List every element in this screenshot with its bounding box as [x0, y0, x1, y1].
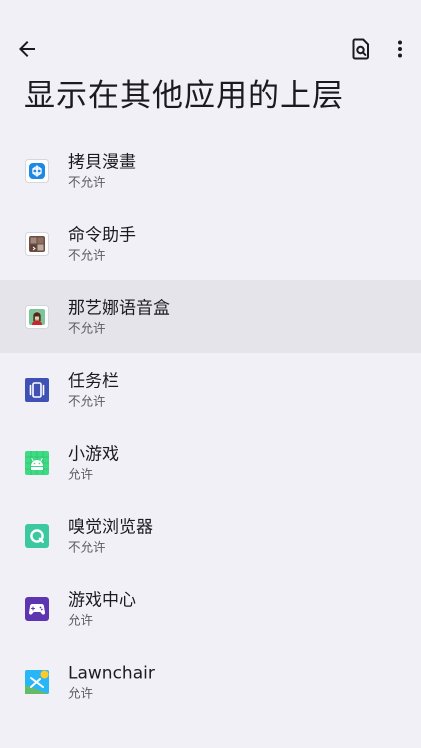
- app-text: Lawnchair 允许: [68, 662, 155, 701]
- app-row-game-center[interactable]: 游戏中心 允许: [0, 572, 421, 645]
- lawnchair-app-icon: [25, 669, 49, 694]
- app-row-xiu-browser[interactable]: 嗅觉浏览器 不允许: [0, 499, 421, 572]
- more-options-button[interactable]: [380, 29, 420, 69]
- app-row-mini-game[interactable]: 小游戏 允许: [0, 426, 421, 499]
- app-name: 嗅觉浏览器: [68, 517, 153, 537]
- back-button[interactable]: [7, 29, 47, 69]
- android-app-icon: [25, 450, 49, 475]
- app-text: 小游戏 允许: [68, 443, 119, 482]
- app-permission-status: 不允许: [68, 247, 106, 262]
- search-button[interactable]: [341, 29, 381, 69]
- xiu-browser-app-icon: [25, 523, 49, 548]
- app-text: 命令助手 不允许: [68, 224, 136, 263]
- app-name: 那艺娜语音盒: [68, 298, 170, 318]
- app-name: 拷貝漫畫: [68, 152, 136, 172]
- voicebox-app-icon: [25, 304, 49, 329]
- app-text: 嗅觉浏览器 不允许: [68, 516, 153, 555]
- app-name: 小游戏: [68, 444, 119, 464]
- app-permission-status: 允许: [68, 685, 94, 700]
- more-vert-icon: [398, 40, 402, 58]
- document-search-icon: [352, 38, 369, 60]
- page-title: 显示在其他应用的上层: [24, 78, 344, 114]
- app-text: 任务栏 不允许: [68, 370, 119, 409]
- app-name: Lawnchair: [68, 663, 155, 683]
- app-list: 拷貝漫畫 不允许 命令助手 不允许 那艺娜语音盒 不允许 任务栏 不允许 小游戏…: [0, 134, 421, 718]
- app-row-command-helper[interactable]: 命令助手 不允许: [0, 207, 421, 280]
- app-text: 那艺娜语音盒 不允许: [68, 297, 170, 336]
- app-permission-status: 允许: [68, 612, 94, 627]
- game-center-app-icon: [25, 596, 49, 621]
- taskbar-app-icon: [25, 377, 49, 402]
- app-permission-status: 不允许: [68, 539, 106, 554]
- app-text: 游戏中心 允许: [68, 589, 136, 628]
- app-permission-status: 不允许: [68, 320, 106, 335]
- app-permission-status: 允许: [68, 466, 94, 481]
- app-permission-status: 不允许: [68, 174, 106, 189]
- app-name: 游戏中心: [68, 590, 136, 610]
- app-row-taskbar[interactable]: 任务栏 不允许: [0, 353, 421, 426]
- app-permission-status: 不允许: [68, 393, 106, 408]
- copymanga-app-icon: [25, 158, 49, 183]
- app-row-voicebox[interactable]: 那艺娜语音盒 不允许: [0, 280, 421, 353]
- app-row-copymanga[interactable]: 拷貝漫畫 不允许: [0, 134, 421, 207]
- app-row-lawnchair[interactable]: Lawnchair 允许: [0, 645, 421, 718]
- app-name: 命令助手: [68, 225, 136, 245]
- app-name: 任务栏: [68, 371, 119, 391]
- app-text: 拷貝漫畫 不允许: [68, 151, 136, 190]
- arrow-back-icon: [19, 41, 35, 57]
- command-helper-app-icon: [25, 231, 49, 256]
